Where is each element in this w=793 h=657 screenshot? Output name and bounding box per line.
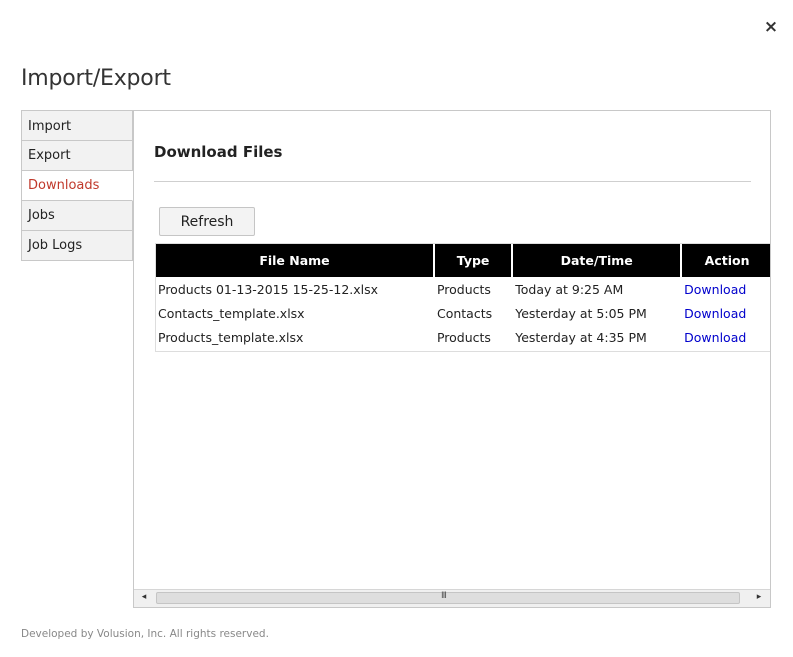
downloads-grid: File Name Type Date/Time Action Products… <box>155 243 770 352</box>
sidebar-item-export[interactable]: Export <box>21 141 133 171</box>
datetime-cell: Yesterday at 5:05 PM <box>515 305 647 321</box>
column-header-action[interactable]: Action <box>682 244 770 277</box>
scroll-right-icon[interactable]: ▸ <box>753 592 765 602</box>
sidebar: Import Export Downloads Jobs Job Logs <box>21 110 133 261</box>
column-header-type[interactable]: Type <box>434 244 514 277</box>
file-name-cell: Products_template.xlsx <box>158 329 304 345</box>
sidebar-item-job-logs[interactable]: Job Logs <box>21 231 133 261</box>
type-cell: Products <box>436 329 491 345</box>
sidebar-item-jobs[interactable]: Jobs <box>21 201 133 231</box>
horizontal-scrollbar[interactable]: ◂ III ▸ <box>134 589 770 607</box>
grip-icon: III <box>441 591 447 601</box>
scrollbar-thumb[interactable]: III <box>156 591 740 604</box>
close-icon[interactable]: × <box>762 18 780 36</box>
file-name-cell: Products 01-13-2015 15-25-12.xlsx <box>158 281 379 297</box>
datetime-cell: Yesterday at 4:35 PM <box>515 329 647 345</box>
dialog-title: Import/Export <box>21 66 171 91</box>
table-row: Products_template.xlsx Products Yesterda… <box>156 325 770 349</box>
download-link[interactable]: Download <box>684 306 746 321</box>
download-link[interactable]: Download <box>684 330 746 345</box>
divider <box>154 181 751 182</box>
table-row: Products 01-13-2015 15-25-12.xlsx Produc… <box>156 277 770 301</box>
refresh-button[interactable]: Refresh <box>159 207 255 236</box>
scroll-left-icon[interactable]: ◂ <box>138 592 150 602</box>
datetime-cell: Today at 9:25 AM <box>515 281 624 297</box>
column-header-datetime[interactable]: Date/Time <box>513 244 683 277</box>
column-header-file-name[interactable]: File Name <box>156 244 435 277</box>
content-panel: Download Files Refresh File Name Type Da… <box>133 110 771 608</box>
table-row: Contacts_template.xlsx Contacts Yesterda… <box>156 301 770 325</box>
type-cell: Contacts <box>436 305 493 321</box>
downloads-table: File Name Type Date/Time Action Products… <box>156 244 770 349</box>
footer-text: Developed by Volusion, Inc. All rights r… <box>21 628 269 640</box>
download-link[interactable]: Download <box>684 282 746 297</box>
table-header-row: File Name Type Date/Time Action <box>156 244 770 277</box>
file-name-cell: Contacts_template.xlsx <box>158 305 305 321</box>
type-cell: Products <box>436 281 491 297</box>
sidebar-item-import[interactable]: Import <box>21 110 133 141</box>
sidebar-item-downloads[interactable]: Downloads <box>21 171 133 201</box>
panel-heading: Download Files <box>154 143 283 161</box>
